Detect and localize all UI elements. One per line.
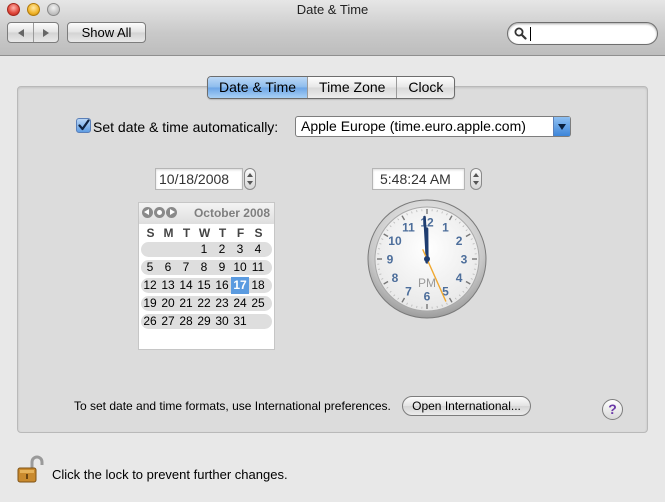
clock-number: 3 [461,253,468,267]
calendar-header: October 2008 [139,203,274,224]
calendar-day[interactable]: 8 [195,259,213,276]
calendar-day[interactable]: 18 [249,277,267,294]
calendar-day[interactable]: 23 [213,295,231,312]
arrow-left-icon [144,209,149,215]
tab-date-time[interactable]: Date & Time [208,77,309,98]
forward-arrow-icon [42,28,49,37]
calendar-day[interactable]: 22 [195,295,213,312]
formats-instruction-text: To set date and time formats, use Intern… [74,399,391,413]
calendar-day[interactable]: 25 [249,295,267,312]
clock-number: 9 [387,253,394,267]
search-input[interactable] [529,25,649,41]
popup-arrow [553,117,570,136]
set-automatically-checkbox[interactable] [76,118,91,133]
text-caret [530,27,531,41]
calendar-month-title: October 2008 [193,206,270,220]
clock-number: 2 [456,234,463,248]
calendar-day[interactable]: 1 [195,241,213,258]
calendar-day[interactable]: 12 [141,277,159,294]
tab-time-zone[interactable]: Time Zone [308,77,398,98]
calendar-day[interactable]: 31 [231,313,249,330]
clock-number: 8 [392,271,399,285]
back-forward-buttons [7,22,59,43]
stepper-up-icon[interactable] [247,173,253,177]
stepper-down-icon[interactable] [247,181,253,185]
clock-number: 1 [442,220,449,234]
lock-icon[interactable] [16,454,44,484]
weekday-header: S [254,226,263,240]
time-field[interactable]: 5:48:24 AM [372,168,465,190]
calendar[interactable]: October 2008 S M T W T F S 1 2 3 4 5 6 7 8 9 10 11 12 13 14 1… [138,202,275,350]
weekday-header: S [146,226,155,240]
calendar-day[interactable]: 15 [195,277,213,294]
chevron-down-icon [558,123,566,130]
time-server-value: Apple Europe (time.euro.apple.com) [301,118,526,134]
calendar-day[interactable]: 27 [159,313,177,330]
calendar-day-selected[interactable]: 17 [231,277,249,294]
help-button[interactable]: ? [602,399,623,420]
calendar-day[interactable]: 30 [213,313,231,330]
weekday-header: T [218,226,227,240]
today-button[interactable] [154,207,165,218]
calendar-day[interactable]: 10 [231,259,249,276]
date-field[interactable]: 10/18/2008 [155,168,243,190]
arrow-right-icon [170,209,175,215]
calendar-day[interactable]: 4 [249,241,267,258]
calendar-day[interactable]: 3 [231,241,249,258]
weekday-header: M [163,226,174,240]
calendar-day[interactable]: 19 [141,295,159,312]
calendar-day[interactable]: 28 [177,313,195,330]
weekday-header: W [198,226,211,240]
calendar-day[interactable]: 21 [177,295,195,312]
clock-center-pin [424,256,430,262]
checkmark-icon [78,119,90,131]
search-icon [514,27,527,40]
window-title: Date & Time [296,2,369,17]
previous-month-button[interactable] [142,207,153,218]
calendar-day[interactable]: 24 [231,295,249,312]
dot-icon [157,210,162,215]
stepper-up-icon[interactable] [473,173,479,177]
search-field[interactable] [507,22,658,45]
calendar-day[interactable]: 11 [249,259,267,276]
weekday-header: F [236,226,245,240]
calendar-day[interactable]: 2 [213,241,231,258]
forward-button[interactable] [33,23,58,42]
tab-bar: Date & Time Time Zone Clock [207,76,456,99]
next-month-button[interactable] [166,207,177,218]
back-button[interactable] [8,23,34,42]
clock-number: 12 [420,216,434,230]
calendar-day[interactable]: 16 [213,277,231,294]
back-arrow-icon [17,28,24,37]
clock-period: PM [418,276,436,290]
settings-panel [17,86,648,433]
show-all-button[interactable]: Show All [67,22,146,43]
lock-instruction-text: Click the lock to prevent further change… [52,467,288,482]
analog-clock[interactable]: 12 1234567891011 PM [367,199,487,319]
set-automatically-label: Set date & time automatically: [93,119,279,135]
calendar-day[interactable]: 6 [159,259,177,276]
clock-number: 11 [402,220,415,234]
open-international-button[interactable]: Open International... [402,396,531,416]
calendar-day[interactable]: 26 [141,313,159,330]
calendar-day[interactable]: 20 [159,295,177,312]
tab-clock[interactable]: Clock [397,77,454,98]
clock-number: 4 [456,271,463,285]
calendar-day[interactable]: 7 [177,259,195,276]
weekday-header: T [182,226,191,240]
calendar-day[interactable]: 9 [213,259,231,276]
calendar-day[interactable]: 13 [159,277,177,294]
clock-number: 6 [424,290,431,304]
stepper-down-icon[interactable] [473,181,479,185]
calendar-day[interactable]: 5 [141,259,159,276]
date-time-preferences-window: Date & Time Show All Date & Time Time Zo… [0,0,665,502]
clock-number: 7 [405,285,412,299]
calendar-day[interactable]: 14 [177,277,195,294]
time-stepper[interactable] [470,168,482,190]
calendar-day[interactable]: 29 [195,313,213,330]
window-toolbar: Date & Time Show All [0,0,665,56]
date-stepper[interactable] [244,168,256,190]
clock-number: 10 [388,234,402,248]
time-server-popup[interactable]: Apple Europe (time.euro.apple.com) [295,116,571,137]
